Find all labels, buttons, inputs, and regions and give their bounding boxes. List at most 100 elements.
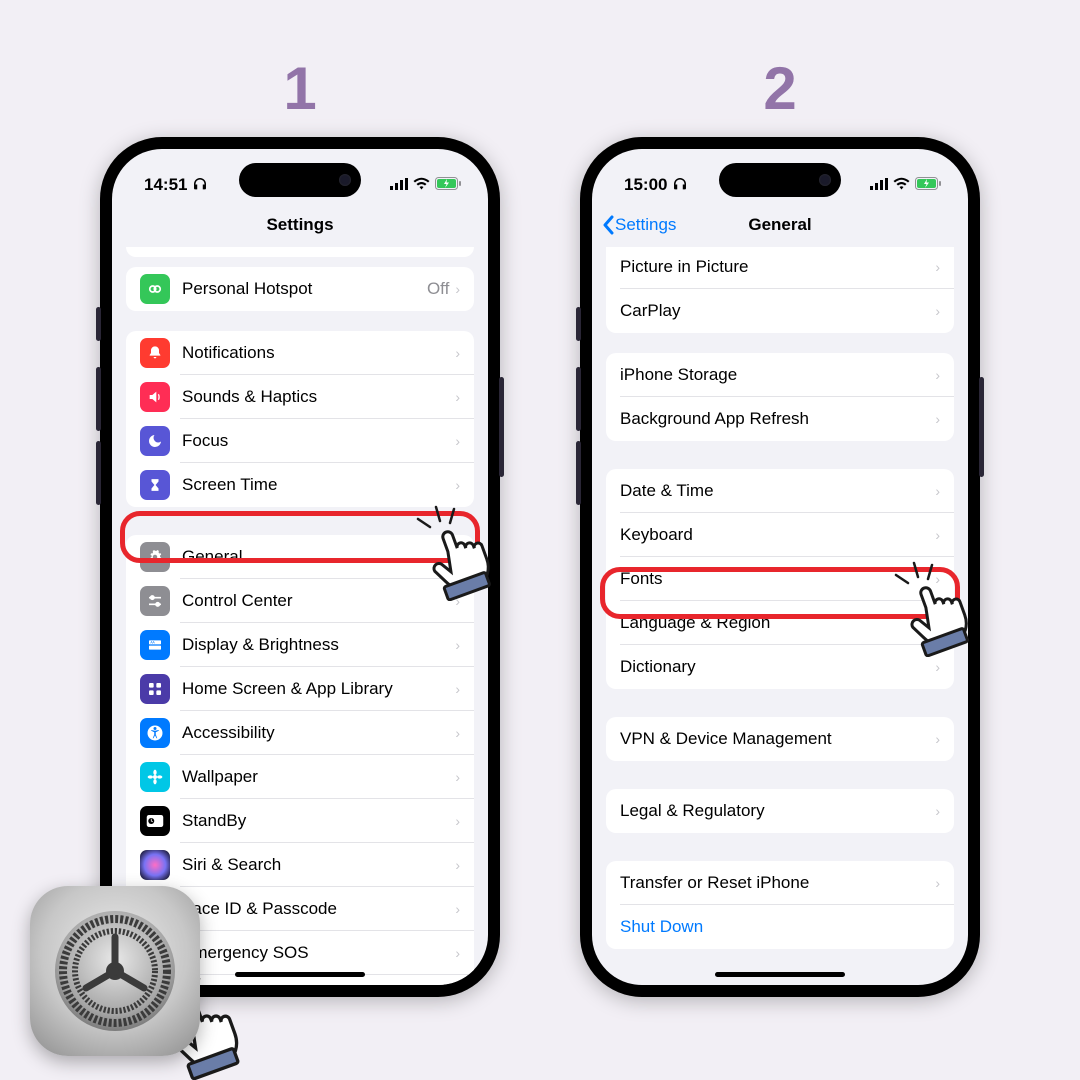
chevron-right-icon: › xyxy=(455,813,460,829)
dynamic-island xyxy=(239,163,361,197)
brightness-icon: AA xyxy=(140,630,170,660)
dynamic-island xyxy=(719,163,841,197)
row-label: Shut Down xyxy=(620,917,940,937)
row-label: VPN & Device Management xyxy=(620,729,935,749)
nav-back-label: Settings xyxy=(615,215,676,235)
row-label: Wallpaper xyxy=(182,767,455,787)
phone-side-button xyxy=(979,377,984,477)
battery-icon xyxy=(915,175,942,195)
hotspot-icon xyxy=(140,274,170,304)
row-language-region[interactable]: Language & Region › xyxy=(606,601,954,645)
row-home-screen[interactable]: Home Screen & App Library › xyxy=(126,667,474,711)
row-keyboard[interactable]: Keyboard › xyxy=(606,513,954,557)
chevron-right-icon: › xyxy=(935,259,940,275)
row-date-time[interactable]: Date & Time › xyxy=(606,469,954,513)
settings-app-icon[interactable] xyxy=(30,886,200,1056)
chevron-right-icon: › xyxy=(935,659,940,675)
row-legal[interactable]: Legal & Regulatory › xyxy=(606,789,954,833)
chevron-right-icon: › xyxy=(455,549,460,565)
chevron-right-icon: › xyxy=(935,303,940,319)
row-picture-in-picture[interactable]: Picture in Picture › xyxy=(606,247,954,289)
nav-bar: Settings xyxy=(112,203,488,247)
nav-title: General xyxy=(748,215,811,235)
chevron-right-icon: › xyxy=(455,725,460,741)
gear-icon xyxy=(45,901,185,1041)
row-personal-hotspot[interactable]: Personal Hotspot Off › xyxy=(126,267,474,311)
row-label: Date & Time xyxy=(620,481,935,501)
row-fonts[interactable]: Fonts › xyxy=(606,557,954,601)
phone-side-button xyxy=(499,377,504,477)
row-iphone-storage[interactable]: iPhone Storage › xyxy=(606,353,954,397)
row-label: Siri & Search xyxy=(182,855,455,875)
row-display[interactable]: AA Display & Brightness › xyxy=(126,623,474,667)
row-wallpaper[interactable]: Wallpaper › xyxy=(126,755,474,799)
hourglass-icon xyxy=(140,470,170,500)
chevron-right-icon: › xyxy=(935,615,940,631)
home-indicator[interactable] xyxy=(235,972,365,977)
speaker-icon xyxy=(140,382,170,412)
chevron-right-icon: › xyxy=(455,477,460,493)
row-carplay[interactable]: CarPlay › xyxy=(606,289,954,333)
chevron-right-icon: › xyxy=(935,875,940,891)
row-label: iPhone Storage xyxy=(620,365,935,385)
row-label: Emergency SOS xyxy=(182,943,455,963)
status-time: 14:51 xyxy=(144,175,187,195)
home-indicator[interactable] xyxy=(715,972,845,977)
standby-icon xyxy=(140,806,170,836)
flower-icon xyxy=(140,762,170,792)
row-label: Focus xyxy=(182,431,455,451)
step-numbers: 1 2 xyxy=(0,0,1080,123)
chevron-right-icon: › xyxy=(935,367,940,383)
row-vpn[interactable]: VPN & Device Management › xyxy=(606,717,954,761)
headphones-icon xyxy=(673,177,687,194)
row-general[interactable]: General › xyxy=(126,535,474,579)
row-screen-time[interactable]: Screen Time › xyxy=(126,463,474,507)
wifi-icon xyxy=(413,175,430,195)
chevron-right-icon: › xyxy=(935,483,940,499)
chevron-right-icon: › xyxy=(455,945,460,961)
row-shut-down[interactable]: Shut Down xyxy=(606,905,954,949)
chevron-right-icon: › xyxy=(455,593,460,609)
nav-back-button[interactable]: Settings xyxy=(602,215,676,235)
row-label: Transfer or Reset iPhone xyxy=(620,873,935,893)
phone-side-button xyxy=(96,441,101,505)
chevron-right-icon: › xyxy=(935,527,940,543)
step-number-2: 2 xyxy=(580,54,980,123)
nav-title: Settings xyxy=(266,215,333,235)
row-standby[interactable]: StandBy › xyxy=(126,799,474,843)
phone-side-button xyxy=(576,441,581,505)
row-control-center[interactable]: Control Center › xyxy=(126,579,474,623)
row-label: Sounds & Haptics xyxy=(182,387,455,407)
row-label: Screen Time xyxy=(182,475,455,495)
chevron-right-icon: › xyxy=(455,389,460,405)
row-label: StandBy xyxy=(182,811,455,831)
phone-mockup-2: 15:00 Settings General xyxy=(580,137,980,997)
row-transfer-reset[interactable]: Transfer or Reset iPhone › xyxy=(606,861,954,905)
phone-side-button xyxy=(96,367,101,431)
row-notifications[interactable]: Notifications › xyxy=(126,331,474,375)
row-label: Face ID & Passcode xyxy=(182,899,455,919)
chevron-left-icon xyxy=(602,215,614,235)
row-label: Display & Brightness xyxy=(182,635,455,655)
phone-side-button xyxy=(96,307,101,341)
chevron-right-icon: › xyxy=(455,681,460,697)
phone-side-button xyxy=(576,307,581,341)
row-bg-refresh[interactable]: Background App Refresh › xyxy=(606,397,954,441)
row-label: Home Screen & App Library xyxy=(182,679,455,699)
row-accessibility[interactable]: Accessibility › xyxy=(126,711,474,755)
row-label: Control Center xyxy=(182,591,455,611)
chevron-right-icon: › xyxy=(935,803,940,819)
battery-icon xyxy=(435,175,462,195)
row-label: CarPlay xyxy=(620,301,935,321)
row-focus[interactable]: Focus › xyxy=(126,419,474,463)
chevron-right-icon: › xyxy=(935,731,940,747)
row-label: General xyxy=(182,547,455,567)
row-dictionary[interactable]: Dictionary › xyxy=(606,645,954,689)
row-sounds[interactable]: Sounds & Haptics › xyxy=(126,375,474,419)
chevron-right-icon: › xyxy=(455,281,460,297)
grid-icon xyxy=(140,674,170,704)
phone-mockup-1: 14:51 Settings xyxy=(100,137,500,997)
row-siri[interactable]: Siri & Search › xyxy=(126,843,474,887)
wifi-icon xyxy=(893,175,910,195)
step-number-1: 1 xyxy=(100,54,500,123)
